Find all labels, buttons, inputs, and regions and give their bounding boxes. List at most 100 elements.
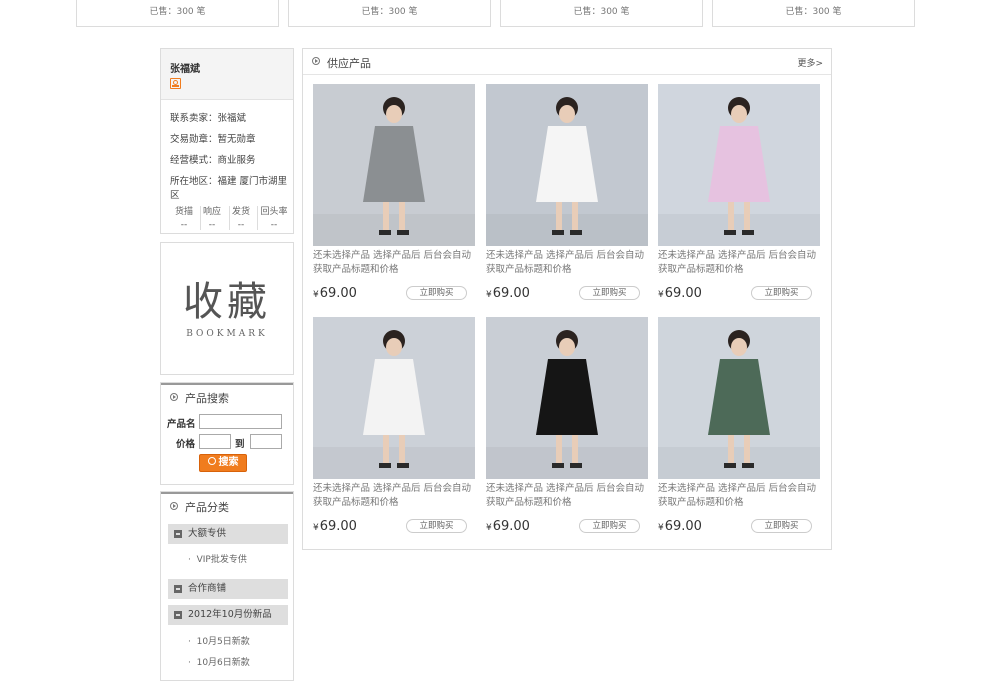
model-figure-image — [486, 317, 648, 479]
product-card[interactable]: 还未选择产品 选择产品后 后台会自动获取产品标题和价格 ¥69.00 立即购买 — [486, 317, 648, 543]
collapse-icon[interactable] — [174, 530, 182, 538]
model-figure-image — [486, 84, 648, 246]
product-price: ¥69.00 — [658, 286, 702, 301]
top-product-sold-box: 已售：300 笔 — [500, 0, 703, 27]
buy-now-button[interactable]: 立即购买 — [751, 286, 812, 300]
stat-repeat-rate: 回头率 -- — [260, 207, 288, 230]
product-title[interactable]: 还未选择产品 选择产品后 后台会自动获取产品标题和价格 — [313, 249, 477, 277]
top-product-sold-box: 已售：300 笔 — [288, 0, 491, 27]
price-value: 69.00 — [319, 519, 357, 534]
currency-symbol: ¥ — [658, 523, 664, 533]
products-panel-title: 供应产品 — [327, 57, 371, 70]
product-title[interactable]: 还未选择产品 选择产品后 后台会自动获取产品标题和价格 — [658, 482, 822, 510]
product-name-input[interactable] — [199, 414, 282, 429]
product-photo[interactable] — [313, 317, 475, 479]
seller-medal: 交易勋章：暂无勋章 — [170, 134, 256, 145]
sold-count: 已售：300 笔 — [573, 7, 630, 17]
seller-region: 所在地区：福建 厦门市湖里区 — [170, 176, 288, 201]
product-price: ¥69.00 — [486, 286, 530, 301]
buy-now-button[interactable]: 立即购买 — [406, 519, 467, 533]
price-value: 69.00 — [664, 286, 702, 301]
model-figure-image — [658, 84, 820, 246]
category-item-oct5[interactable]: · 10月5日新款 — [188, 634, 250, 647]
contact-card-icon[interactable] — [170, 78, 181, 89]
circle-arrow-icon — [170, 393, 178, 401]
seller-header: 张福斌 — [161, 49, 293, 100]
currency-symbol: ¥ — [486, 523, 492, 533]
currency-symbol: ¥ — [313, 290, 319, 300]
seller-info-panel: 张福斌 联系卖家：张福斌 交易勋章：暂无勋章 经营模式：商业服务 所在地区：福建… — [160, 48, 294, 234]
price-value: 69.00 — [492, 519, 530, 534]
product-price: ¥69.00 — [313, 286, 357, 301]
seller-stats: 货描 -- 响应 -- 发货 -- 回头率 -- — [169, 204, 289, 230]
buy-now-button[interactable]: 立即购买 — [579, 286, 640, 300]
product-price: ¥69.00 — [658, 519, 702, 534]
product-photo[interactable] — [486, 84, 648, 246]
seller-business-mode: 经营模式：商业服务 — [170, 155, 256, 166]
product-title[interactable]: 还未选择产品 选择产品后 后台会自动获取产品标题和价格 — [486, 482, 650, 510]
category-group-partner[interactable]: 合作商铺 — [168, 579, 288, 599]
top-product-sold-box: 已售：300 笔 — [76, 0, 279, 27]
sold-count: 已售：300 笔 — [149, 7, 206, 17]
search-button[interactable]: 搜索 — [199, 454, 247, 472]
search-button-label: 搜索 — [218, 457, 239, 468]
sold-count: 已售：300 笔 — [361, 7, 418, 17]
bookmark-subtitle: BOOKMARK — [186, 329, 268, 339]
model-figure-image — [313, 317, 475, 479]
product-card[interactable]: 还未选择产品 选择产品后 后台会自动获取产品标题和价格 ¥69.00 立即购买 — [658, 317, 820, 543]
top-product-sold-box: 已售：300 笔 — [712, 0, 915, 27]
circle-arrow-icon — [312, 57, 320, 65]
category-item-oct6[interactable]: · 10月6日新款 — [188, 655, 250, 668]
bookmark-panel[interactable]: 收藏 BOOKMARK — [160, 242, 294, 375]
circle-arrow-icon — [170, 502, 178, 510]
product-card[interactable]: 还未选择产品 选择产品后 后台会自动获取产品标题和价格 ¥69.00 立即购买 — [313, 317, 475, 543]
product-title[interactable]: 还未选择产品 选择产品后 后台会自动获取产品标题和价格 — [313, 482, 477, 510]
model-figure-image — [658, 317, 820, 479]
product-card[interactable]: 还未选择产品 选择产品后 后台会自动获取产品标题和价格 ¥69.00 立即购买 — [313, 84, 475, 310]
product-photo[interactable] — [313, 84, 475, 246]
currency-symbol: ¥ — [486, 290, 492, 300]
seller-contact[interactable]: 联系卖家：张福斌 — [170, 110, 246, 124]
price-max-input[interactable] — [250, 434, 282, 449]
product-card[interactable]: 还未选择产品 选择产品后 后台会自动获取产品标题和价格 ¥69.00 立即购买 — [658, 84, 820, 310]
price-min-input[interactable] — [199, 434, 231, 449]
buy-now-button[interactable]: 立即购买 — [579, 519, 640, 533]
currency-symbol: ¥ — [658, 290, 664, 300]
stat-response: 响应 -- — [202, 207, 221, 230]
product-title[interactable]: 还未选择产品 选择产品后 后台会自动获取产品标题和价格 — [486, 249, 650, 277]
product-photo[interactable] — [658, 84, 820, 246]
collapse-icon[interactable] — [174, 585, 182, 593]
price-value: 69.00 — [492, 286, 530, 301]
product-price: ¥69.00 — [486, 519, 530, 534]
category-panel-header: 产品分类 — [161, 492, 293, 518]
currency-symbol: ¥ — [313, 523, 319, 533]
more-link[interactable]: 更多> — [797, 56, 823, 69]
price-value: 69.00 — [664, 519, 702, 534]
category-group-bulk[interactable]: 大额专供 — [168, 524, 288, 544]
product-photo[interactable] — [658, 317, 820, 479]
search-panel-title: 产品搜索 — [185, 392, 229, 405]
price-label: 价格 — [176, 439, 196, 450]
collapse-icon[interactable] — [174, 611, 182, 619]
product-name-label: 产品名 — [167, 419, 196, 430]
stat-shipping: 发货 -- — [231, 207, 250, 230]
buy-now-button[interactable]: 立即购买 — [751, 519, 812, 533]
product-photo[interactable] — [486, 317, 648, 479]
product-price: ¥69.00 — [313, 519, 357, 534]
product-title[interactable]: 还未选择产品 选择产品后 后台会自动获取产品标题和价格 — [658, 249, 822, 277]
price-to-label: 到 — [235, 439, 245, 450]
seller-name[interactable]: 张福斌 — [170, 60, 200, 75]
products-panel-header: 供应产品 更多> — [303, 49, 831, 75]
stat-description: 货描 -- — [174, 207, 193, 230]
search-icon — [207, 457, 216, 465]
buy-now-button[interactable]: 立即购买 — [406, 286, 467, 300]
search-panel-header: 产品搜索 — [161, 383, 293, 409]
category-group-oct-2012[interactable]: 2012年10月份新品 — [168, 605, 288, 625]
category-item-vip[interactable]: · VIP批发专供 — [188, 552, 247, 565]
bookmark-title[interactable]: 收藏 — [161, 269, 293, 327]
sold-count: 已售：300 笔 — [785, 7, 842, 17]
price-value: 69.00 — [319, 286, 357, 301]
category-panel-title: 产品分类 — [185, 501, 229, 514]
product-card[interactable]: 还未选择产品 选择产品后 后台会自动获取产品标题和价格 ¥69.00 立即购买 — [486, 84, 648, 310]
model-figure-image — [313, 84, 475, 246]
